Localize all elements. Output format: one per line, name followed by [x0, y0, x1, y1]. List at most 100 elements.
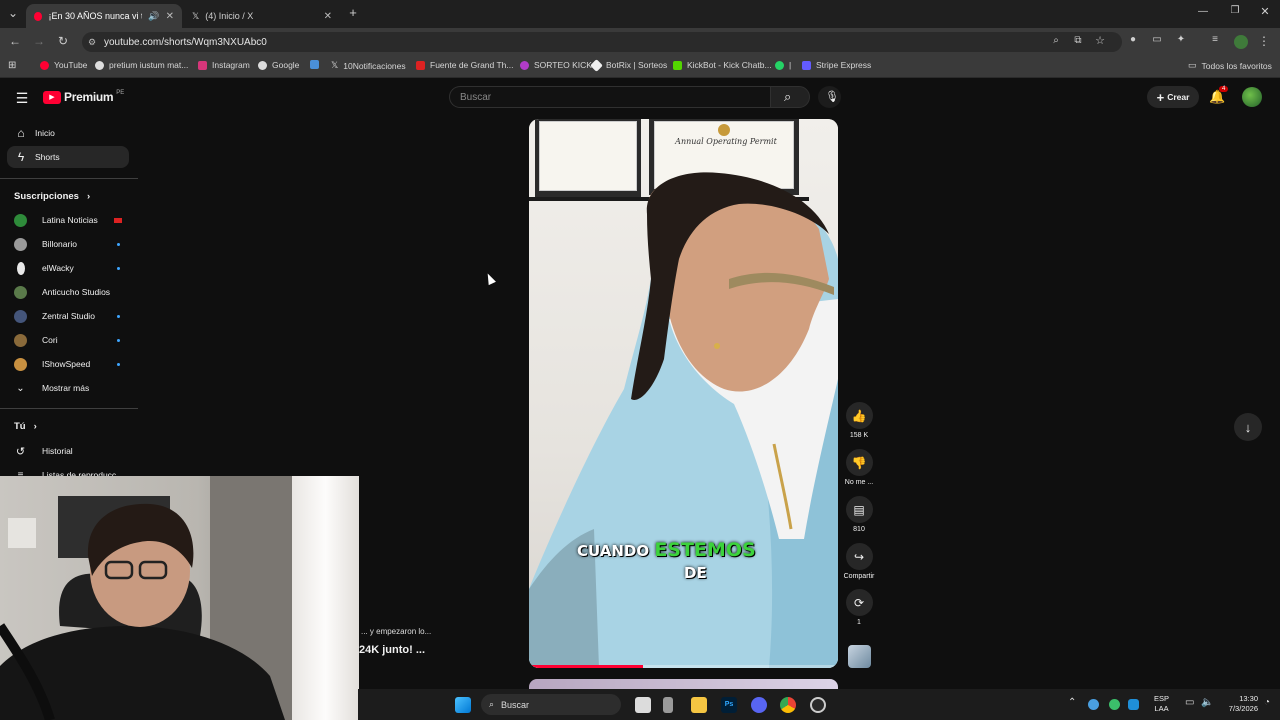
- task-view-icon[interactable]: [635, 697, 651, 713]
- forward-icon[interactable]: →: [32, 34, 46, 48]
- bookmark-grand-theft[interactable]: Fuente de Grand Th...: [416, 60, 513, 70]
- bookmark-instagram[interactable]: Instagram: [198, 60, 250, 70]
- subscription-ishowspeed[interactable]: IShowSpeed: [14, 355, 124, 373]
- bookmark-sorteo-kick[interactable]: SORTEO KICK: [520, 60, 592, 70]
- botrix-icon: [590, 58, 603, 72]
- subscription-elwacky[interactable]: elWacky: [14, 259, 124, 277]
- subscriptions-heading[interactable]: Suscripciones ›: [14, 191, 90, 202]
- back-icon[interactable]: ←: [8, 34, 22, 48]
- sidebar-item-historial[interactable]: ↺ Historial: [14, 442, 124, 460]
- tray-app-icon[interactable]: [1128, 699, 1139, 710]
- bookmark-whatsapp[interactable]: |: [775, 60, 791, 70]
- tray-app-icon[interactable]: [1088, 699, 1099, 710]
- bookmark-10notificaciones[interactable]: 𝕏 10Notificaciones: [331, 60, 406, 71]
- all-bookmarks[interactable]: ▭ Todos los favoritos: [1188, 60, 1272, 71]
- site-info-icon[interactable]: ⚙: [88, 37, 96, 48]
- stripe-icon: [802, 60, 811, 70]
- reload-icon[interactable]: ↻: [56, 34, 70, 48]
- tab-youtube-short[interactable]: ¡En 30 AÑOS nunca vi tanta 🔊 ✕: [26, 4, 182, 28]
- bookmark-pretium[interactable]: pretium iustum mat...: [95, 60, 188, 70]
- new-content-dot: [117, 266, 120, 270]
- new-tab-icon[interactable]: +: [346, 5, 360, 20]
- dislike-button[interactable]: 👎 No me ...: [843, 449, 875, 486]
- chrome-icon[interactable]: [780, 697, 796, 713]
- bookmark-botrix[interactable]: BotRix | Sorteos: [590, 58, 667, 72]
- tab-search-icon[interactable]: ⌄: [6, 6, 20, 20]
- comments-button[interactable]: ▤ 810: [843, 496, 875, 533]
- install-app-icon[interactable]: ⧉: [1072, 35, 1084, 46]
- discord-icon[interactable]: [751, 697, 767, 713]
- network-icon[interactable]: ▭: [1185, 697, 1194, 708]
- file-explorer-icon[interactable]: [691, 697, 707, 713]
- next-short-button[interactable]: ↓: [1234, 413, 1262, 441]
- extensions-puzzle-icon[interactable]: ✦: [1175, 34, 1187, 45]
- chevron-right-icon: ›: [33, 421, 37, 432]
- kickbot-icon: [673, 60, 682, 70]
- subscription-latina-noticias[interactable]: Latina Noticias: [14, 211, 124, 229]
- restore-icon[interactable]: ❐: [1228, 5, 1242, 16]
- url-field[interactable]: ⚙ youtube.com/shorts/Wqm3NXUAbc0: [82, 32, 1122, 52]
- search-input[interactable]: Buscar: [449, 86, 771, 108]
- tab-x-home[interactable]: 𝕏 (4) Inicio / X ✕: [184, 4, 340, 28]
- profile-avatar[interactable]: [1234, 35, 1248, 49]
- sidebar-item-inicio[interactable]: ⌂ Inicio: [7, 122, 129, 144]
- obs-icon[interactable]: [810, 697, 826, 713]
- language-indicator[interactable]: ESP LAA: [1154, 694, 1169, 714]
- subscription-billonario[interactable]: Billonario: [14, 235, 124, 253]
- voice-search-button[interactable]: 🎙: [818, 86, 841, 108]
- bookmark-youtube[interactable]: YouTube: [40, 60, 87, 70]
- notification-center-icon[interactable]: ◔: [1264, 697, 1270, 708]
- history-icon: ↺: [15, 445, 26, 458]
- extension-icon[interactable]: ▭: [1151, 34, 1163, 45]
- bookmark-google[interactable]: Google: [258, 60, 299, 70]
- bookmark-kickbot[interactable]: KickBot - Kick Chatb...: [673, 60, 772, 70]
- sidebar-item-shorts[interactable]: ϟ Shorts: [7, 146, 129, 168]
- clock[interactable]: 13:30 7/3/2026: [1218, 694, 1258, 714]
- bookmark-stripe[interactable]: Stripe Express: [802, 60, 871, 70]
- new-content-dot: [117, 362, 120, 366]
- bookmarks-bar: ⊞ YouTube pretium iustum mat... Instagra…: [0, 56, 1280, 78]
- like-button[interactable]: 👍 158 K: [843, 402, 875, 439]
- bookmark-star-icon[interactable]: ☆: [1094, 34, 1106, 47]
- show-more-button[interactable]: ⌄ Mostrar más: [14, 379, 124, 397]
- close-window-icon[interactable]: ✕: [1258, 5, 1272, 18]
- hamburger-menu-icon[interactable]: ☰: [14, 90, 30, 107]
- extension-icon[interactable]: ●: [1127, 34, 1139, 45]
- minimize-icon[interactable]: —: [1196, 6, 1210, 17]
- volume-icon[interactable]: 🔈: [1201, 697, 1213, 708]
- short-video-player[interactable]: Annual Operating Permit CUANDO ESTEMOS D…: [529, 119, 838, 668]
- apps-icon[interactable]: ⊞: [8, 60, 16, 71]
- instagram-icon: [198, 60, 207, 70]
- menu-dots-icon[interactable]: ⋮: [1258, 34, 1270, 48]
- reading-list-icon[interactable]: ≡: [1209, 34, 1221, 45]
- divider: [0, 178, 138, 179]
- photoshop-icon[interactable]: Ps: [721, 697, 737, 713]
- create-button[interactable]: + Crear: [1147, 86, 1199, 108]
- streamer-figure: [0, 503, 285, 720]
- notifications-button[interactable]: 🔔 4: [1209, 86, 1229, 106]
- subscription-zentral-studio[interactable]: Zentral Studio: [14, 307, 124, 325]
- bookmark-unnamed[interactable]: [310, 60, 319, 69]
- create-label: Crear: [1167, 92, 1190, 102]
- tray-chevron-icon[interactable]: ⌃: [1068, 697, 1076, 708]
- share-button[interactable]: ↪ Compartir: [843, 543, 875, 580]
- caption-line-2: DE: [684, 564, 707, 582]
- subscription-cori[interactable]: Cori: [14, 331, 124, 349]
- account-avatar[interactable]: [1242, 87, 1262, 107]
- zoom-icon[interactable]: ⌕: [1050, 35, 1062, 46]
- close-tab-icon[interactable]: ✕: [166, 11, 174, 22]
- windows-start-icon[interactable]: [455, 697, 471, 713]
- search-button[interactable]: ⌕: [770, 86, 810, 108]
- youtube-logo[interactable]: ▶ Premium PE: [43, 90, 124, 104]
- taskbar-search[interactable]: ⌕ Buscar: [481, 694, 621, 715]
- subscription-anticucho-studios[interactable]: Anticucho Studios: [14, 283, 124, 301]
- arrow-down-icon: ↓: [1244, 419, 1252, 435]
- you-heading[interactable]: Tú ›: [14, 421, 37, 432]
- terminal-icon[interactable]: [663, 697, 673, 713]
- remix-button[interactable]: ⟳ 1: [843, 589, 875, 626]
- next-short-preview[interactable]: [529, 679, 838, 689]
- tray-app-icon[interactable]: [1109, 699, 1120, 710]
- video-progress-bar[interactable]: [529, 665, 838, 668]
- close-tab-icon[interactable]: ✕: [324, 11, 332, 22]
- sound-thumbnail[interactable]: [848, 645, 871, 668]
